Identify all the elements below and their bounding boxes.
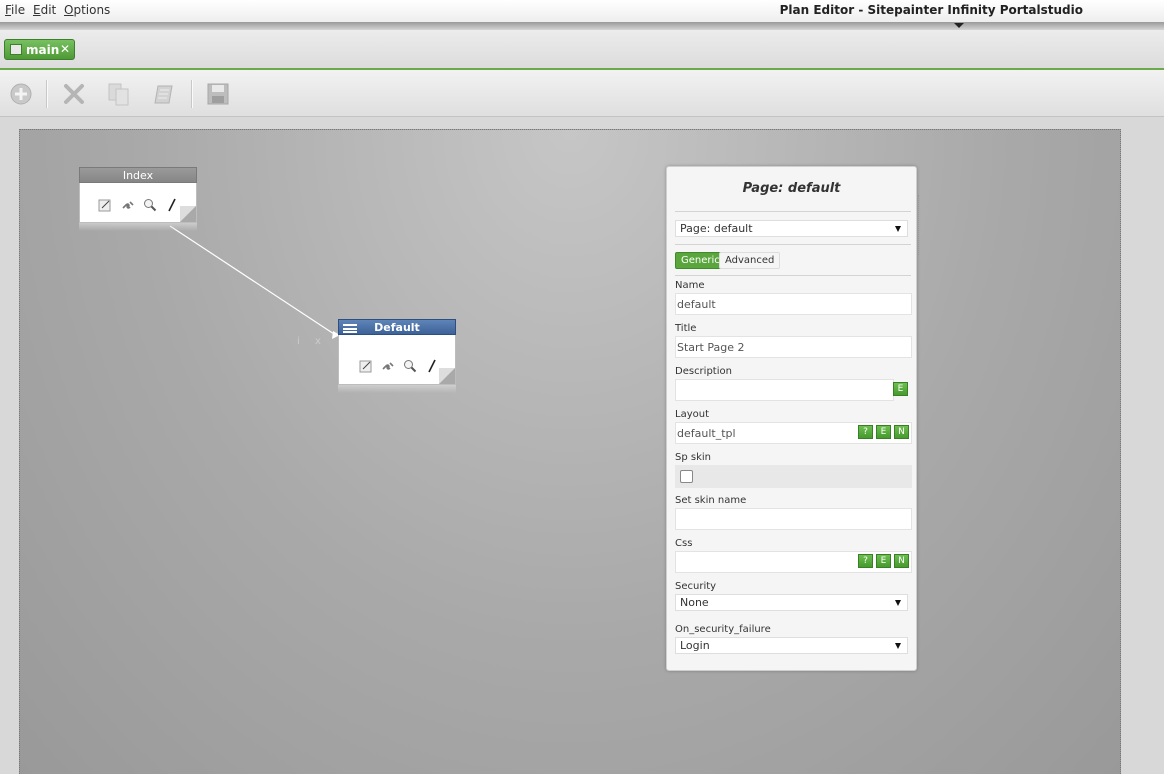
on-security-failure-label: On_security_failure xyxy=(675,624,771,635)
name-label: Name xyxy=(675,280,705,291)
security-value: None xyxy=(680,596,709,609)
node-title: Index xyxy=(79,167,197,183)
plan-canvas[interactable]: Index i x Default xyxy=(19,129,1121,774)
properties-panel: Page: default Page: default Generic Adva… xyxy=(666,166,919,671)
sp-skin-label: Sp skin xyxy=(675,452,711,463)
copy-icon[interactable] xyxy=(107,82,131,106)
layout-help-button[interactable]: ? xyxy=(858,425,873,439)
edit-icon[interactable] xyxy=(98,198,112,212)
menubar-shadow xyxy=(0,22,1164,30)
page-node-index[interactable]: Index xyxy=(79,167,197,231)
title-label: Title xyxy=(675,323,697,334)
layout-value: default_tpl xyxy=(677,427,736,440)
menu-options[interactable]: Options xyxy=(64,3,110,17)
node-reflection xyxy=(338,385,456,393)
chevron-down-icon xyxy=(895,600,901,606)
set-skin-name-field[interactable] xyxy=(675,508,912,530)
page-node-default[interactable]: Default xyxy=(338,319,456,393)
css-edit-button[interactable]: E xyxy=(876,554,891,568)
toolbar-divider xyxy=(191,80,193,108)
tab-bar: main ✕ xyxy=(0,30,1164,70)
page-select-value: Page: default xyxy=(680,222,753,235)
title-field[interactable]: Start Page 2 xyxy=(675,336,912,358)
toolbar-divider xyxy=(46,80,48,108)
title-value: Start Page 2 xyxy=(677,341,745,354)
app-title[interactable]: Plan Editor - Sitepainter Infinity Porta… xyxy=(780,3,1083,17)
description-edit-button[interactable]: E xyxy=(893,382,908,396)
panel-resize-handle[interactable] xyxy=(916,195,919,255)
node-remove-button[interactable]: x xyxy=(315,336,321,347)
edit-icon[interactable] xyxy=(359,359,373,373)
layout-new-button[interactable]: N xyxy=(894,425,909,439)
add-icon[interactable] xyxy=(9,82,33,106)
chevron-down-icon xyxy=(895,643,901,649)
divider xyxy=(675,244,911,245)
css-help-button[interactable]: ? xyxy=(858,554,873,568)
node-body xyxy=(79,183,197,223)
node-reflection xyxy=(79,223,197,231)
save-icon[interactable] xyxy=(206,82,230,106)
node-header: Default xyxy=(338,319,456,335)
layout-edit-button[interactable]: E xyxy=(876,425,891,439)
plan-icon xyxy=(10,44,22,55)
tab-close-icon[interactable]: ✕ xyxy=(60,42,70,56)
zoom-icon[interactable] xyxy=(403,359,417,373)
paste-icon[interactable] xyxy=(153,82,177,106)
delete-icon[interactable] xyxy=(62,82,86,106)
zoom-icon[interactable] xyxy=(143,198,157,212)
set-skin-name-label: Set skin name xyxy=(675,495,747,506)
description-label: Description xyxy=(675,366,732,377)
menubar: File Edit Options Plan Editor - Sitepain… xyxy=(0,0,1164,23)
layout-label: Layout xyxy=(675,409,709,420)
description-field[interactable] xyxy=(675,379,894,401)
tab-advanced[interactable]: Advanced xyxy=(719,252,781,269)
node-info-button[interactable]: i xyxy=(297,336,300,347)
node-title: Default xyxy=(374,321,420,334)
title-dropdown-icon[interactable] xyxy=(954,23,964,28)
tab-main-label: main xyxy=(26,43,60,57)
sp-skin-checkbox[interactable] xyxy=(680,470,693,483)
chevron-down-icon xyxy=(895,226,901,232)
pen-icon[interactable] xyxy=(425,359,439,373)
sp-skin-row xyxy=(675,465,912,488)
name-value: default xyxy=(677,298,716,311)
divider xyxy=(675,211,911,212)
node-body xyxy=(338,335,456,385)
menu-edit[interactable]: Edit xyxy=(33,3,56,17)
pen-icon[interactable] xyxy=(165,198,179,212)
panel-title: Page: default xyxy=(742,181,841,196)
name-field[interactable]: default xyxy=(675,293,912,315)
divider xyxy=(675,275,911,276)
security-select[interactable]: None xyxy=(675,594,908,611)
tab-main[interactable]: main ✕ xyxy=(4,39,75,60)
css-label: Css xyxy=(675,538,693,549)
menu-icon[interactable] xyxy=(343,324,357,333)
on-security-failure-value: Login xyxy=(680,639,710,652)
on-security-failure-select[interactable]: Login xyxy=(675,637,908,654)
page-select[interactable]: Page: default xyxy=(675,220,908,237)
link-icon[interactable] xyxy=(381,359,395,373)
toolbar xyxy=(0,70,1164,117)
link-icon[interactable] xyxy=(121,198,135,212)
security-label: Security xyxy=(675,581,717,592)
css-new-button[interactable]: N xyxy=(894,554,909,568)
menu-file[interactable]: File xyxy=(5,3,25,17)
